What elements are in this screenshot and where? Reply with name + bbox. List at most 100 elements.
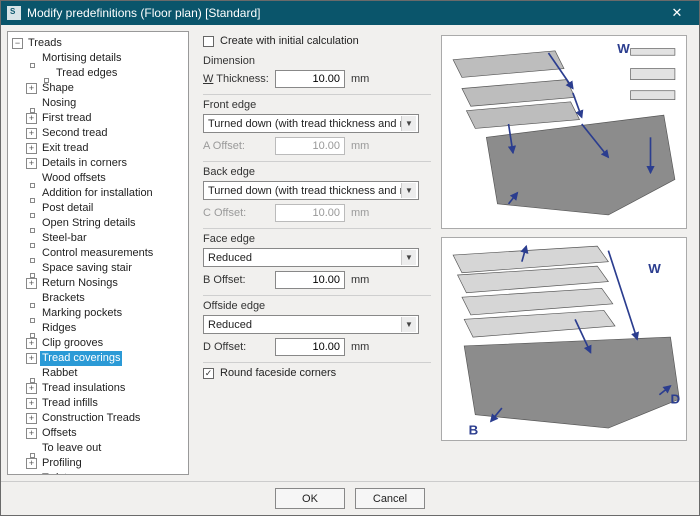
tree-item[interactable]: +Clip grooves (12, 336, 188, 351)
tree-item-label: To leave out (40, 441, 103, 456)
tree-item-label: Brackets (40, 291, 87, 306)
tree-item-label: Second tread (40, 126, 109, 141)
back-edge-select[interactable]: Turned down (with tread thickness and ma… (203, 181, 419, 200)
tree-item[interactable]: Space saving stair (12, 261, 188, 276)
d-offset-input[interactable] (275, 338, 345, 356)
tree-item-label: Steel-bar (40, 231, 89, 246)
tree-item[interactable]: Post detail (12, 201, 188, 216)
face-edge-title: Face edge (203, 233, 431, 245)
unit-label: mm (345, 274, 373, 286)
tree-item[interactable]: Control measurements (12, 246, 188, 261)
tree-item-label: Offsets (40, 426, 79, 441)
tree-item[interactable]: Ridges (12, 321, 188, 336)
tree-item-label: Tread insulations (40, 381, 127, 396)
ok-button[interactable]: OK (275, 488, 345, 509)
tree-item[interactable]: +Tread coverings (12, 351, 188, 366)
tree-item-label: Construction Treads (40, 411, 142, 426)
a-offset-label: A Offset: (203, 140, 275, 152)
offside-edge-select[interactable]: Reduced ▼ (203, 315, 419, 334)
expander-icon[interactable]: + (26, 113, 37, 124)
expander-icon[interactable]: + (26, 428, 37, 439)
tree-item-label: Exit tread (40, 141, 90, 156)
offside-edge-title: Offside edge (203, 300, 431, 312)
tree-item[interactable]: +Tread insulations (12, 381, 188, 396)
expander-icon[interactable]: + (26, 128, 37, 139)
expander-icon[interactable]: + (26, 83, 37, 94)
tree-item-label: Marking pockets (40, 306, 124, 321)
dialog-body: −TreadsMortising detailsTread edges+Shap… (1, 25, 699, 481)
tree-item-label: Profiling (40, 456, 84, 471)
dialog-title: Modify predefinitions (Floor plan) [Stan… (27, 6, 661, 20)
chevron-down-icon: ▼ (401, 317, 416, 332)
cancel-button[interactable]: Cancel (355, 488, 425, 509)
tree-view[interactable]: −TreadsMortising detailsTread edges+Shap… (7, 31, 189, 475)
tree-item-label: Post detail (40, 201, 95, 216)
content-pane: Create with initial calculation Dimensio… (189, 25, 699, 481)
dim-label-d: D (670, 391, 680, 406)
chevron-down-icon: ▼ (401, 183, 416, 198)
unit-label: mm (345, 207, 373, 219)
expander-icon[interactable]: + (26, 143, 37, 154)
tree-item-label: Nosing (40, 96, 78, 111)
tree-item[interactable]: +Tread infills (12, 396, 188, 411)
expander-icon[interactable]: + (26, 383, 37, 394)
close-icon[interactable]: ✕ (661, 5, 693, 21)
expander-icon[interactable]: + (26, 413, 37, 424)
dimension-group-title: Dimension (203, 55, 431, 67)
tree-item[interactable]: Mortising details (12, 51, 188, 66)
tree-item[interactable]: +Exit tread (12, 141, 188, 156)
preview-top: W (441, 35, 687, 229)
expander-icon[interactable]: + (26, 458, 37, 469)
tree-item[interactable]: Brackets (12, 291, 188, 306)
round-faceside-checkbox[interactable]: ✓ Round faceside corners (203, 367, 431, 379)
tree-item[interactable]: +Return Nosings (12, 276, 188, 291)
unit-label: mm (345, 73, 373, 85)
tree-item[interactable]: Steel-bar (12, 231, 188, 246)
expander-icon[interactable]: + (26, 158, 37, 169)
tree-item[interactable]: +Offsets (12, 426, 188, 441)
tree-item[interactable]: +Shape (12, 81, 188, 96)
tree-item[interactable]: −Treads (12, 36, 188, 51)
tree-item-label: Open String details (40, 216, 138, 231)
tree-item[interactable]: Twist (12, 471, 188, 475)
expander-icon[interactable]: + (26, 353, 37, 364)
tree-item[interactable]: Tread edges (12, 66, 188, 81)
face-edge-select[interactable]: Reduced ▼ (203, 248, 419, 267)
expander-icon[interactable]: + (26, 338, 37, 349)
tree-item[interactable]: Wood offsets (12, 171, 188, 186)
select-value: Turned down (with tread thickness and ma… (208, 118, 401, 130)
tree-item[interactable]: Marking pockets (12, 306, 188, 321)
tree-item[interactable]: +Details in corners (12, 156, 188, 171)
expander-icon[interactable]: + (26, 278, 37, 289)
tree-item[interactable]: Addition for installation (12, 186, 188, 201)
thickness-input[interactable] (275, 70, 345, 88)
tree-item[interactable]: +Profiling (12, 456, 188, 471)
create-initial-checkbox[interactable]: Create with initial calculation (203, 35, 431, 47)
tree-item[interactable]: +Second tread (12, 126, 188, 141)
tree-item-label: Twist (40, 471, 69, 475)
c-offset-label: C Offset: (203, 207, 275, 219)
tree-item[interactable]: To leave out (12, 441, 188, 456)
front-edge-title: Front edge (203, 99, 431, 111)
dialog-footer: OK Cancel (1, 481, 699, 515)
tree-item[interactable]: Rabbet (12, 366, 188, 381)
select-value: Reduced (208, 319, 401, 331)
tree-item[interactable]: +Construction Treads (12, 411, 188, 426)
tree-item-label: Wood offsets (40, 171, 108, 186)
tree-item[interactable]: +First tread (12, 111, 188, 126)
expander-icon[interactable]: + (26, 398, 37, 409)
chevron-down-icon: ▼ (401, 116, 416, 131)
tree-item-label: Return Nosings (40, 276, 120, 291)
checkbox-label: Round faceside corners (220, 367, 336, 379)
tree-item[interactable]: Open String details (12, 216, 188, 231)
b-offset-input[interactable] (275, 271, 345, 289)
tree-item-label: Addition for installation (40, 186, 155, 201)
expander-icon[interactable]: − (12, 38, 23, 49)
chevron-down-icon: ▼ (401, 250, 416, 265)
front-edge-select[interactable]: Turned down (with tread thickness and ma… (203, 114, 419, 133)
tree-item-label: Clip grooves (40, 336, 105, 351)
back-edge-title: Back edge (203, 166, 431, 178)
tree-item-label: Tread edges (54, 66, 119, 81)
select-value: Reduced (208, 252, 401, 264)
tree-item[interactable]: Nosing (12, 96, 188, 111)
